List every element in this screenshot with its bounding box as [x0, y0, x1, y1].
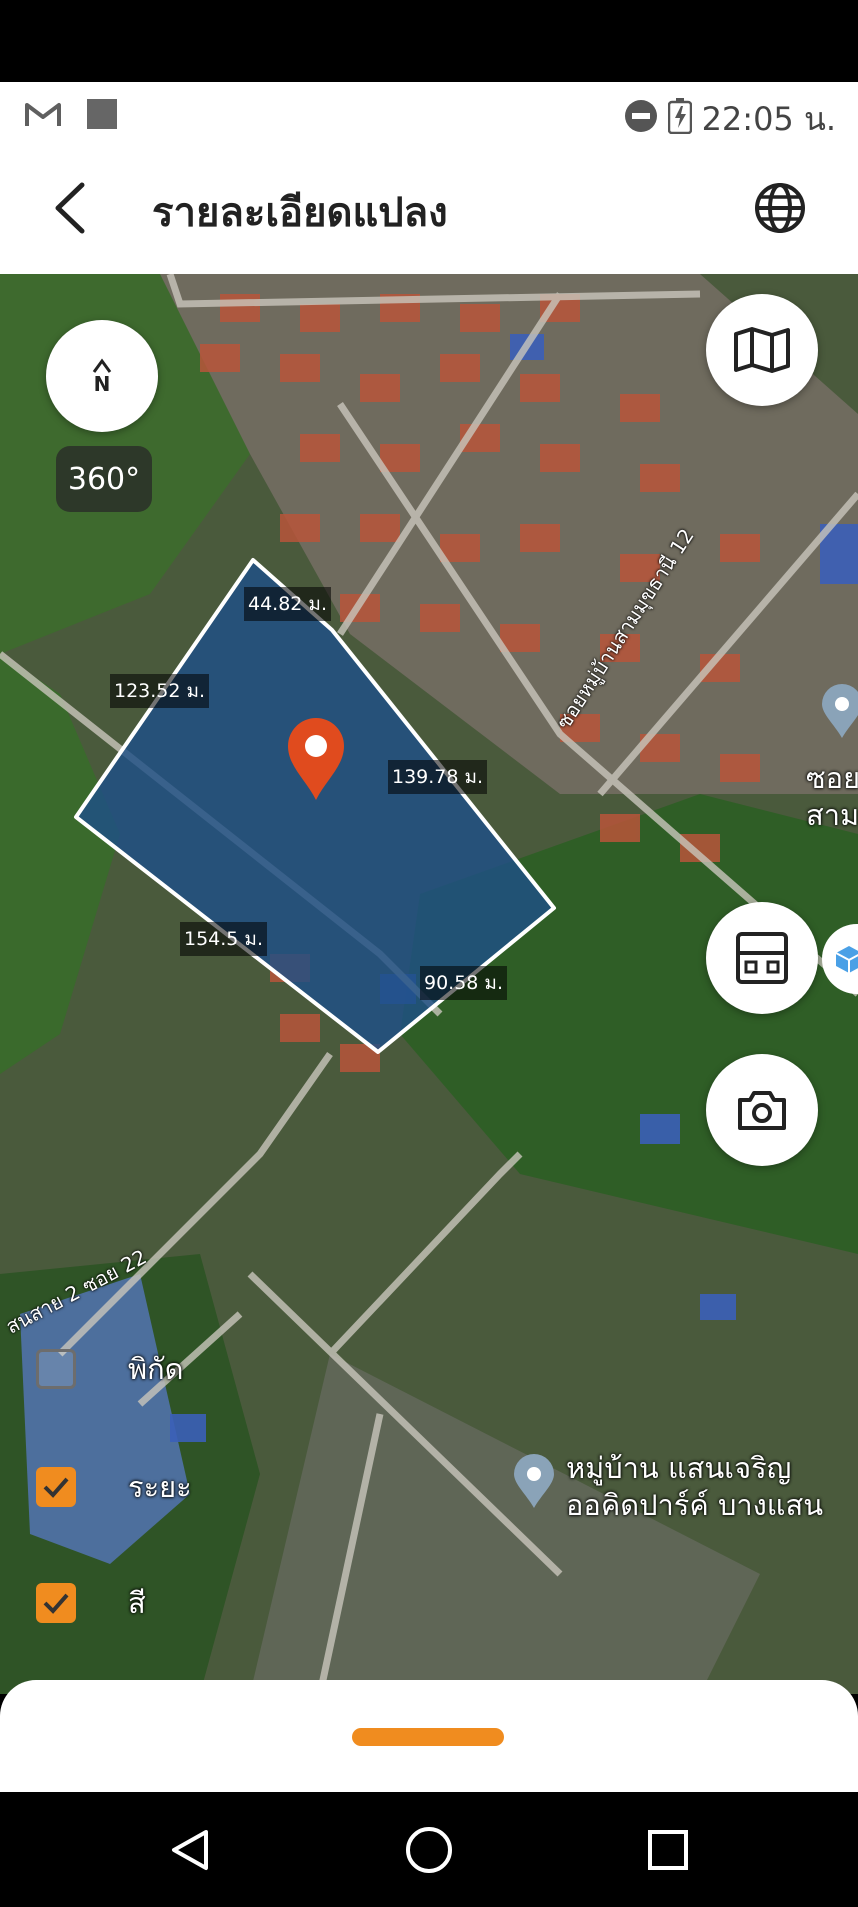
location-pin-icon[interactable]: [284, 716, 348, 802]
bottom-sheet: [0, 1680, 858, 1792]
page-title: รายละเอียดแปลง: [152, 190, 448, 236]
poi-label-right-line1: ซอย: [806, 761, 858, 795]
poi-pin-icon[interactable]: [820, 684, 858, 744]
map-icon: [734, 327, 790, 373]
poi-label-village: หมู่บ้าน แสนเจริญ ออคิดปาร์ค์ บางแสน: [566, 1450, 823, 1524]
back-triangle-icon: [172, 1830, 208, 1870]
toggle-coordinates-label: พิกัด: [128, 1352, 184, 1386]
toggle-color[interactable]: สี: [36, 1580, 146, 1626]
globe-icon: [755, 183, 805, 233]
dimension-label-bottom-left: 154.5 ม.: [180, 922, 267, 956]
dimension-label-right: 139.78 ม.: [388, 760, 488, 794]
map-view[interactable]: 44.82 ม. 123.52 ม. 139.78 ม. 154.5 ม. 90…: [0, 274, 858, 1694]
recents-square-icon: [648, 1830, 688, 1870]
poi-village-line1: หมู่บ้าน แสนเจริญ: [566, 1451, 792, 1485]
back-button[interactable]: [42, 178, 98, 238]
toggle-coordinates[interactable]: พิกัด: [36, 1346, 184, 1392]
status-bar: 22:05 น.: [0, 82, 858, 144]
camera-icon: [738, 1091, 786, 1130]
clock: 22:05 น.: [701, 100, 836, 138]
nav-recents-button[interactable]: [640, 1822, 696, 1878]
dimension-label-top: 44.82 ม.: [244, 587, 331, 621]
compass-label: N: [93, 372, 111, 396]
do-not-disturb-icon: [624, 99, 658, 141]
square-notification-icon: [86, 98, 118, 134]
calculator-icon: [736, 932, 788, 984]
poi-village-line2: ออคิดปาร์ค์ บางแสน: [566, 1488, 824, 1522]
gmail-icon: [24, 99, 62, 133]
checkbox-color[interactable]: [36, 1583, 76, 1623]
checkbox-distance[interactable]: [36, 1467, 76, 1507]
poi-label-right: ซอย สาม: [806, 760, 858, 834]
system-nav-bar: [0, 1792, 858, 1907]
view-360-button[interactable]: 360°: [56, 446, 152, 512]
dimension-label-bottom-right: 90.58 ม.: [420, 966, 507, 1000]
nav-back-button[interactable]: [162, 1822, 218, 1878]
checkbox-coordinates[interactable]: [36, 1349, 76, 1389]
dimension-label-left: 123.52 ม.: [110, 674, 210, 708]
poi-village-pin-icon[interactable]: [512, 1454, 556, 1514]
back-arrow-icon: [55, 182, 85, 234]
language-button[interactable]: [752, 180, 808, 236]
toggle-distance[interactable]: ระยะ: [36, 1464, 192, 1510]
check-icon: [43, 1477, 69, 1498]
top-black-band: [0, 0, 858, 82]
toggle-distance-label: ระยะ: [128, 1470, 192, 1504]
cube-icon: [835, 946, 858, 973]
home-circle-icon: [406, 1827, 452, 1873]
map-layers-button[interactable]: [706, 294, 818, 406]
app-bar: รายละเอียดแปลง: [0, 144, 858, 274]
check-icon: [43, 1593, 69, 1614]
calculator-button[interactable]: [706, 902, 818, 1014]
bottom-sheet-handle[interactable]: [352, 1728, 504, 1746]
toggle-color-label: สี: [128, 1586, 146, 1620]
battery-charging-icon: [667, 97, 692, 142]
camera-button[interactable]: [706, 1054, 818, 1166]
compass-button[interactable]: N: [46, 320, 158, 432]
nav-home-button[interactable]: [401, 1822, 457, 1878]
poi-label-right-line2: สาม: [806, 798, 858, 832]
